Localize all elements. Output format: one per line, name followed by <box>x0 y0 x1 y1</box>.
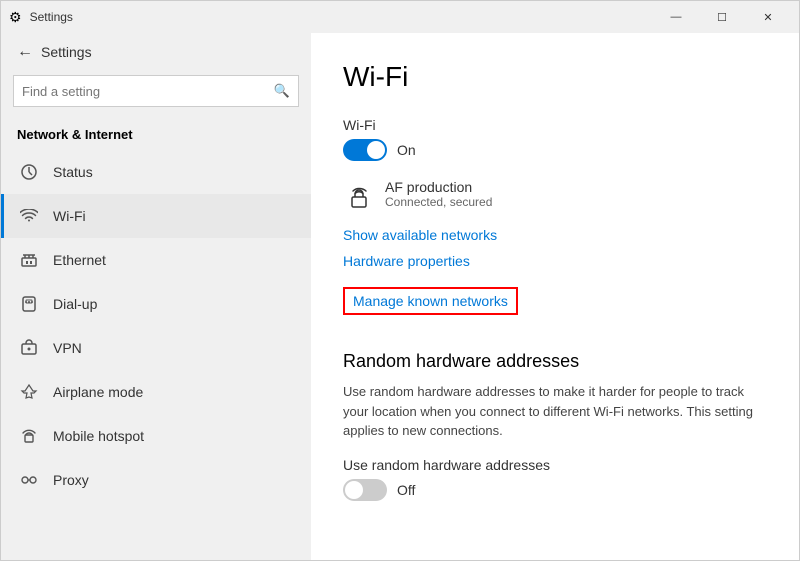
sidebar-label-proxy: Proxy <box>53 472 89 488</box>
titlebar-controls: — ☐ ✕ <box>653 1 791 33</box>
random-label: Use random hardware addresses <box>343 457 767 473</box>
status-icon <box>17 160 41 184</box>
back-label: Settings <box>41 44 92 60</box>
wifi-toggle[interactable] <box>343 139 387 161</box>
sidebar: ← Settings 🔍 Network & Internet <box>1 33 311 560</box>
hardware-properties-link[interactable]: Hardware properties <box>343 253 470 269</box>
sidebar-label-status: Status <box>53 164 93 180</box>
search-icon: 🔍 <box>274 83 290 99</box>
wifi-toggle-label: On <box>397 142 416 158</box>
main-content: Wi-Fi Wi-Fi On <box>311 33 799 560</box>
sidebar-item-airplane[interactable]: Airplane mode <box>1 370 311 414</box>
sidebar-label-dialup: Dial-up <box>53 296 97 312</box>
airplane-icon <box>17 380 41 404</box>
proxy-icon <box>17 468 41 492</box>
sidebar-label-ethernet: Ethernet <box>53 252 106 268</box>
network-row: AF production Connected, secured <box>343 179 767 213</box>
minimize-button[interactable]: — <box>653 1 699 33</box>
sidebar-label-airplane: Airplane mode <box>53 384 143 400</box>
network-status: Connected, secured <box>385 195 492 209</box>
sidebar-item-hotspot[interactable]: Mobile hotspot <box>1 414 311 458</box>
random-toggle-label: Off <box>397 482 415 498</box>
ethernet-icon <box>17 248 41 272</box>
titlebar: ⚙ Settings — ☐ ✕ <box>1 1 799 33</box>
network-name: AF production <box>385 179 492 195</box>
maximize-button[interactable]: ☐ <box>699 1 745 33</box>
wifi-icon <box>17 204 41 228</box>
dialup-icon <box>17 292 41 316</box>
sidebar-item-proxy[interactable]: Proxy <box>1 458 311 502</box>
sidebar-label-hotspot: Mobile hotspot <box>53 428 144 444</box>
sidebar-item-vpn[interactable]: VPN <box>1 326 311 370</box>
random-toggle-row: Off <box>343 479 767 501</box>
sidebar-label-wifi: Wi-Fi <box>53 208 86 224</box>
network-info: AF production Connected, secured <box>385 179 492 209</box>
settings-window: ⚙ Settings — ☐ ✕ ← Settings 🔍 Network & … <box>0 0 800 561</box>
back-icon: ← <box>17 43 33 61</box>
sidebar-item-dialup[interactable]: Dial-up <box>1 282 311 326</box>
close-button[interactable]: ✕ <box>745 1 791 33</box>
sidebar-item-status[interactable]: Status <box>1 150 311 194</box>
random-body: Use random hardware addresses to make it… <box>343 382 767 441</box>
wifi-toggle-thumb <box>367 141 385 159</box>
search-input[interactable] <box>22 84 274 99</box>
network-icon <box>343 181 375 213</box>
random-toggle-thumb <box>345 481 363 499</box>
vpn-icon <box>17 336 41 360</box>
manage-networks-link[interactable]: Manage known networks <box>343 287 518 315</box>
sidebar-label-vpn: VPN <box>53 340 82 356</box>
random-heading: Random hardware addresses <box>343 351 767 372</box>
content-area: ← Settings 🔍 Network & Internet <box>1 33 799 560</box>
sidebar-item-wifi[interactable]: Wi-Fi <box>1 194 311 238</box>
sidebar-item-ethernet[interactable]: Ethernet <box>1 238 311 282</box>
wifi-toggle-row: On <box>343 139 767 161</box>
sidebar-category: Network & Internet <box>1 119 311 150</box>
page-title: Wi-Fi <box>343 61 767 93</box>
back-button[interactable]: ← Settings <box>1 33 311 71</box>
random-toggle[interactable] <box>343 479 387 501</box>
hotspot-icon <box>17 424 41 448</box>
titlebar-title: Settings <box>30 10 653 24</box>
wifi-section-label: Wi-Fi <box>343 117 767 133</box>
show-networks-link[interactable]: Show available networks <box>343 227 497 243</box>
search-box[interactable]: 🔍 <box>13 75 299 107</box>
titlebar-icon: ⚙ <box>9 9 22 26</box>
